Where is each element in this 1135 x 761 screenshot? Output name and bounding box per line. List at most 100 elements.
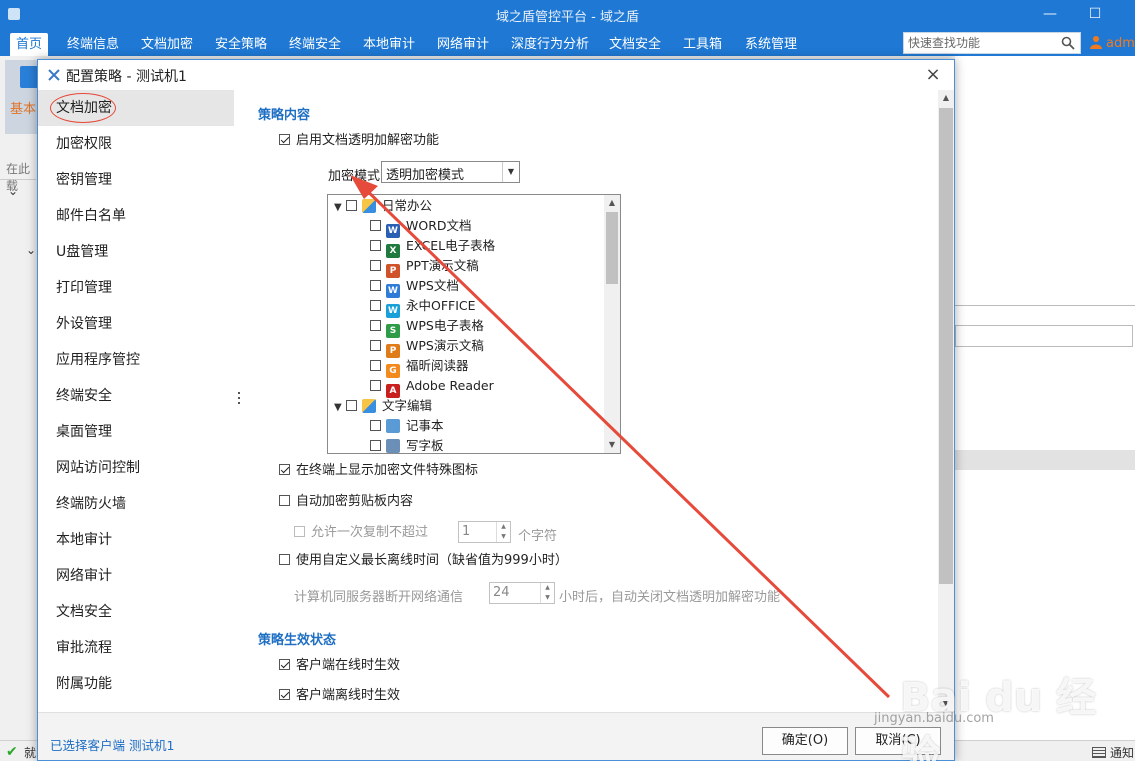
tree-expand-icon[interactable]: ▼ <box>334 198 346 218</box>
scroll-thumb[interactable] <box>606 212 618 284</box>
menu-item-app-control[interactable]: 应用程序管控 <box>38 342 234 378</box>
nav-item-network-audit[interactable]: 网络审计 <box>431 33 495 56</box>
search-icon[interactable] <box>1061 36 1075 50</box>
tree-row[interactable]: P WPS演示文稿 <box>370 336 484 358</box>
tree-row[interactable]: W 永中OFFICE <box>370 296 476 318</box>
nav-item-security-policy[interactable]: 安全策略 <box>209 33 273 56</box>
nav-item-doc-security[interactable]: 文档安全 <box>603 33 667 56</box>
menu-item-peripheral[interactable]: 外设管理 <box>38 306 234 342</box>
tree-label: 日常办公 <box>382 198 433 213</box>
tree-row[interactable]: 记事本 <box>370 416 444 436</box>
tree-row[interactable]: W WPS文档 <box>370 276 459 298</box>
nav-item-local-audit[interactable]: 本地审计 <box>357 33 421 56</box>
tree-checkbox[interactable] <box>370 240 381 251</box>
tree-row[interactable]: W WORD文档 <box>370 216 472 238</box>
menu-item-desktop[interactable]: 桌面管理 <box>38 414 234 450</box>
menu-item-local-audit[interactable]: 本地审计 <box>38 522 234 558</box>
menu-item-web-access[interactable]: 网站访问控制 <box>38 450 234 486</box>
tree-expand-icon[interactable]: ▼ <box>334 398 346 418</box>
checkbox-box[interactable] <box>294 526 305 537</box>
content-scrollbar[interactable]: ▲ ▼ <box>938 90 954 712</box>
maximize-button[interactable]: ☐ <box>1083 4 1107 24</box>
auto-clipboard-checkbox[interactable]: 自动加密剪贴板内容 <box>279 494 413 510</box>
nav-item-home[interactable]: 首页 <box>10 33 49 56</box>
menu-item-firewall[interactable]: 终端防火墙 <box>38 486 234 522</box>
tree-row[interactable]: P PPT演示文稿 <box>370 256 479 278</box>
menu-item-usb-management[interactable]: U盘管理 <box>38 234 234 270</box>
custom-offline-checkbox[interactable]: 使用自定义最长离线时间（缺省值为999小时） <box>279 553 568 569</box>
quick-search-input[interactable] <box>904 33 1054 53</box>
offline-hours-spinner[interactable]: 24 ▲ ▼ <box>489 582 555 604</box>
bg-toolbar-basic-button[interactable]: 基本 <box>5 60 39 134</box>
checkbox-box[interactable] <box>279 134 290 145</box>
splitter-handle[interactable] <box>234 90 246 712</box>
tree-row[interactable]: X EXCEL电子表格 <box>370 236 495 258</box>
dropdown-arrow-icon[interactable]: ▼ <box>502 162 519 182</box>
nav-item-terminal-info[interactable]: 终端信息 <box>61 33 125 56</box>
tree-label: WORD文档 <box>406 218 472 233</box>
user-menu[interactable]: adm <box>1090 35 1135 51</box>
menu-item-extras[interactable]: 附属功能 <box>38 666 234 702</box>
ok-button[interactable]: 确定(O) <box>762 727 848 755</box>
menu-item-key-management[interactable]: 密钥管理 <box>38 162 234 198</box>
tree-checkbox[interactable] <box>370 440 381 451</box>
bg-chevron-icon-2[interactable]: ⌄ <box>26 243 36 257</box>
tree-scrollbar[interactable]: ▲ ▼ <box>604 195 620 453</box>
menu-item-print-management[interactable]: 打印管理 <box>38 270 234 306</box>
tree-row[interactable]: G 福昕阅读器 <box>370 356 469 378</box>
tree-row[interactable]: ▼ 文字编辑 <box>334 396 432 416</box>
scroll-up-icon[interactable]: ▲ <box>604 195 620 211</box>
allow-copy-checkbox[interactable]: 允许一次复制不超过 <box>294 525 428 541</box>
tree-checkbox[interactable] <box>370 420 381 431</box>
checkbox-box[interactable] <box>279 689 290 700</box>
checkbox-box[interactable] <box>279 659 290 670</box>
copy-limit-spinner[interactable]: 1 ▲ ▼ <box>458 521 511 543</box>
minimize-button[interactable]: — <box>1038 4 1062 24</box>
nav-item-terminal-security[interactable]: 终端安全 <box>283 33 347 56</box>
tree-checkbox[interactable] <box>370 340 381 351</box>
bg-search-field[interactable]: 在此载 <box>0 160 36 193</box>
menu-item-doc-security[interactable]: 文档安全 <box>38 594 234 630</box>
scroll-down-icon[interactable]: ▼ <box>604 437 620 453</box>
spinner-arrows-icon[interactable]: ▲ ▼ <box>540 583 554 603</box>
checkbox-box[interactable] <box>279 495 290 506</box>
tree-checkbox[interactable] <box>370 380 381 391</box>
tree-checkbox[interactable] <box>370 220 381 231</box>
enable-transparent-checkbox[interactable]: 启用文档透明加解密功能 <box>279 133 439 149</box>
tree-row[interactable]: S WPS电子表格 <box>370 316 484 338</box>
menu-item-encrypt-permission[interactable]: 加密权限 <box>38 126 234 162</box>
status-text: 就 <box>24 746 37 760</box>
menu-item-mail-whitelist[interactable]: 邮件白名单 <box>38 198 234 234</box>
scroll-up-icon[interactable]: ▲ <box>938 90 954 106</box>
nav-item-doc-encrypt[interactable]: 文档加密 <box>135 33 199 56</box>
nav-item-toolbox[interactable]: 工具箱 <box>677 33 728 56</box>
tree-label: Adobe Reader <box>406 378 494 393</box>
tree-checkbox[interactable] <box>370 260 381 271</box>
menu-item-doc-encrypt[interactable]: 文档加密 <box>38 90 234 126</box>
dialog-close-button[interactable]: × <box>922 64 944 86</box>
tree-row[interactable]: 写字板 <box>370 436 444 453</box>
nav-item-system[interactable]: 系统管理 <box>739 33 803 56</box>
tree-checkbox[interactable] <box>370 320 381 331</box>
nav-item-deep-behavior[interactable]: 深度行为分析 <box>505 33 595 56</box>
show-icon-checkbox[interactable]: 在终端上显示加密文件特殊图标 <box>279 463 478 479</box>
menu-item-approval[interactable]: 审批流程 <box>38 630 234 666</box>
menu-item-terminal-security[interactable]: 终端安全 <box>38 378 234 414</box>
offline-effect-checkbox[interactable]: 客户端离线时生效 <box>279 688 400 704</box>
tree-row[interactable]: ▼ 日常办公 <box>334 196 432 216</box>
bg-chevron-icon[interactable]: ⌄ <box>8 184 18 198</box>
encrypt-mode-select[interactable]: 透明加密模式 ▼ <box>381 161 520 183</box>
tree-checkbox[interactable] <box>370 300 381 311</box>
tree-checkbox[interactable] <box>370 280 381 291</box>
tree-checkbox[interactable] <box>346 400 357 411</box>
menu-item-network-audit[interactable]: 网络审计 <box>38 558 234 594</box>
tree-row[interactable]: A Adobe Reader <box>370 376 494 398</box>
checkbox-box[interactable] <box>279 464 290 475</box>
online-effect-checkbox[interactable]: 客户端在线时生效 <box>279 658 400 674</box>
checkbox-box[interactable] <box>279 554 290 565</box>
scroll-thumb[interactable] <box>939 108 953 584</box>
bg-input <box>955 325 1133 347</box>
spinner-arrows-icon[interactable]: ▲ ▼ <box>496 522 510 542</box>
tree-checkbox[interactable] <box>370 360 381 371</box>
tree-checkbox[interactable] <box>346 200 357 211</box>
